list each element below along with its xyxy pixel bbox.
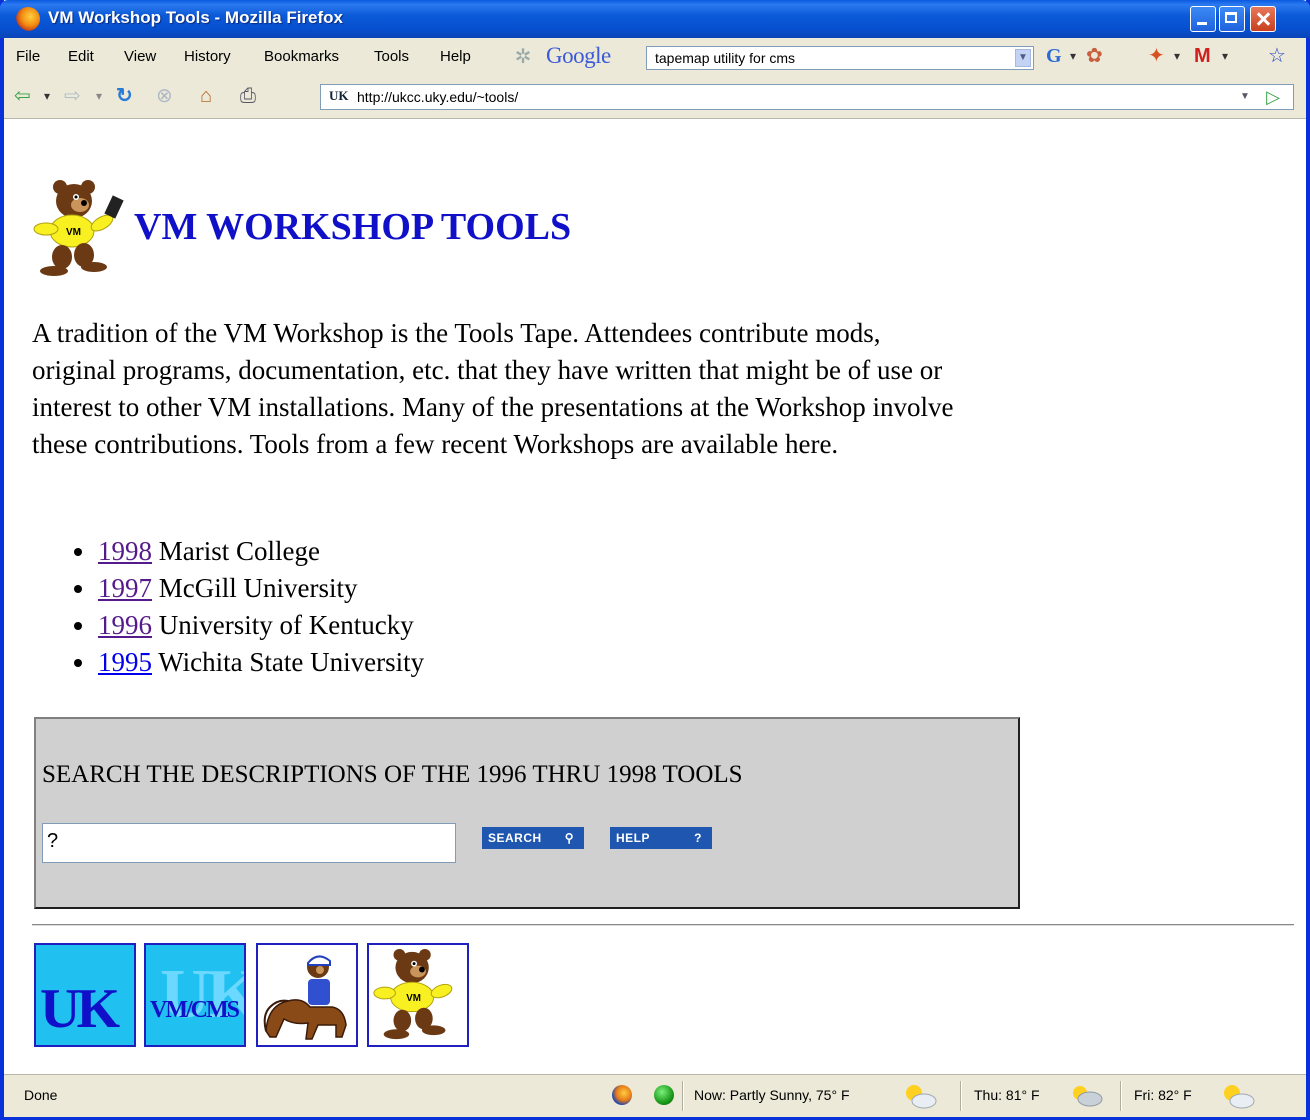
firefox-status-icon[interactable] bbox=[612, 1085, 632, 1105]
uk-logo-link[interactable]: UK bbox=[34, 943, 136, 1047]
back-icon[interactable]: ⇦ bbox=[14, 84, 31, 108]
forward-icon[interactable]: ⇨ bbox=[64, 84, 81, 108]
green-status-icon[interactable] bbox=[654, 1085, 674, 1105]
url-text[interactable]: http://ukcc.uky.edu/~tools/ bbox=[357, 89, 518, 105]
menu-tools[interactable]: Tools bbox=[374, 48, 409, 65]
chevron-down-icon[interactable]: ▼ bbox=[1235, 87, 1255, 107]
year-link-1995[interactable]: 1995 bbox=[98, 647, 152, 677]
bear-mascot-icon: VM bbox=[33, 180, 124, 276]
list-item: 1996 University of Kentucky bbox=[64, 607, 424, 644]
partly-sunny-icon bbox=[1224, 1085, 1255, 1109]
horse-jockey-link[interactable] bbox=[256, 943, 358, 1047]
uk-logo-text: UK bbox=[40, 978, 120, 1040]
location-label: Wichita State University bbox=[158, 647, 425, 677]
stop-icon[interactable]: ⊗ bbox=[156, 84, 173, 108]
location-label: University of Kentucky bbox=[158, 610, 414, 640]
weather-now[interactable]: Now: Partly Sunny, 75° F bbox=[694, 1087, 850, 1103]
chevron-down-icon[interactable]: ▾ bbox=[44, 84, 50, 108]
menu-view[interactable]: View bbox=[124, 48, 156, 65]
weather-fri[interactable]: Fri: 82° F bbox=[1134, 1087, 1192, 1103]
close-button[interactable] bbox=[1250, 6, 1276, 32]
browser-window: VM Workshop Tools - Mozilla Firefox File… bbox=[0, 0, 1310, 1120]
vm-cms-logo-link[interactable]: UK VM/CMS bbox=[144, 943, 246, 1047]
go-arrow-icon[interactable]: ▷ bbox=[1261, 86, 1285, 108]
search-heading: SEARCH THE DESCRIPTIONS OF THE 1996 THRU… bbox=[42, 761, 743, 788]
menu-bookmarks[interactable]: Bookmarks bbox=[264, 48, 339, 65]
window-title: VM Workshop Tools - Mozilla Firefox bbox=[48, 8, 343, 27]
year-link-1996[interactable]: 1996 bbox=[98, 610, 152, 640]
navigation-toolbar: ⇦ ▾ ⇨ ▾ ↻ ⊗ ⌂ ⎙ UK http://ukcc.uky.edu/~… bbox=[4, 76, 1306, 119]
help-button[interactable]: HELP ? bbox=[610, 827, 712, 849]
chevron-down-icon[interactable]: ▾ bbox=[1174, 44, 1180, 68]
chevron-down-icon[interactable]: ▾ bbox=[96, 84, 102, 108]
list-item: 1998 Marist College bbox=[64, 533, 424, 570]
page-content: VM VM WORKSHOP TOOLS A tradition of the … bbox=[4, 119, 1306, 1074]
menu-help[interactable]: Help bbox=[440, 48, 471, 65]
svg-text:VM: VM bbox=[406, 993, 421, 1004]
site-favicon: UK bbox=[329, 88, 349, 103]
gmail-icon[interactable]: M bbox=[1194, 44, 1211, 68]
divider bbox=[32, 924, 1294, 926]
status-text: Done bbox=[24, 1087, 58, 1103]
status-bar: Done Now: Partly Sunny, 75° F Thu: 81° F… bbox=[4, 1074, 1306, 1117]
menu-file[interactable]: File bbox=[16, 48, 40, 65]
google-g-icon[interactable]: G bbox=[1046, 44, 1062, 68]
year-link-1998[interactable]: 1998 bbox=[98, 536, 152, 566]
google-toolbar-logo[interactable]: Google bbox=[546, 43, 611, 69]
popup-blocker-icon[interactable]: ✿ bbox=[1086, 44, 1103, 68]
bear-mascot-icon: VM bbox=[373, 948, 453, 1040]
divider bbox=[1120, 1081, 1122, 1111]
home-icon[interactable]: ⌂ bbox=[200, 84, 212, 108]
partly-sunny-icon bbox=[906, 1085, 937, 1109]
intro-paragraph: A tradition of the VM Workshop is the To… bbox=[32, 318, 954, 459]
search-button[interactable]: SEARCH ⚲ bbox=[482, 827, 584, 849]
list-item: 1997 McGill University bbox=[64, 570, 424, 607]
location-label: McGill University bbox=[158, 573, 358, 603]
print-icon[interactable]: ⎙ bbox=[240, 84, 256, 108]
menu-bar: File Edit View History Bookmarks Tools H… bbox=[4, 38, 1306, 77]
star-icon[interactable]: ☆ bbox=[1268, 44, 1286, 68]
weather-thu[interactable]: Thu: 81° F bbox=[974, 1087, 1040, 1103]
bear-mascot-link[interactable]: VM bbox=[367, 943, 469, 1047]
partly-cloudy-icon bbox=[1073, 1086, 1103, 1107]
chevron-down-icon[interactable]: ▼ bbox=[1015, 49, 1031, 67]
firefox-icon bbox=[16, 7, 40, 31]
chevron-down-icon[interactable]: ▾ bbox=[1070, 44, 1076, 68]
search-input[interactable]: ? bbox=[42, 823, 456, 863]
menu-edit[interactable]: Edit bbox=[68, 48, 94, 65]
list-item: 1995 Wichita State University bbox=[64, 644, 424, 681]
help-glyph: ? bbox=[694, 831, 702, 845]
location-label: Marist College bbox=[158, 536, 320, 566]
title-bar: VM Workshop Tools - Mozilla Firefox bbox=[0, 0, 1310, 38]
reload-icon[interactable]: ↻ bbox=[116, 84, 133, 108]
page-title: VM WORKSHOP TOOLS bbox=[134, 206, 572, 248]
vm-cms-logo-text: VM/CMS bbox=[150, 997, 240, 1023]
workshop-list: 1998 Marist College 1997 McGill Universi… bbox=[64, 533, 424, 681]
divider bbox=[960, 1081, 962, 1111]
year-link-1997[interactable]: 1997 bbox=[98, 573, 152, 603]
horse-jockey-icon bbox=[263, 955, 347, 1040]
search-icon: ⚲ bbox=[564, 831, 574, 845]
url-bar[interactable]: UK http://ukcc.uky.edu/~tools/ ▼ ▷ bbox=[320, 84, 1294, 110]
google-spinner-icon: ✲ bbox=[514, 46, 532, 68]
google-search-input[interactable]: tapemap utility for cms ▼ bbox=[646, 46, 1034, 70]
chevron-down-icon[interactable]: ▾ bbox=[1222, 44, 1228, 68]
menu-history[interactable]: History bbox=[184, 48, 231, 65]
maximize-button[interactable] bbox=[1219, 6, 1245, 32]
search-panel: SEARCH THE DESCRIPTIONS OF THE 1996 THRU… bbox=[34, 717, 1020, 909]
divider bbox=[682, 1081, 684, 1111]
minimize-button[interactable] bbox=[1190, 6, 1216, 32]
puzzle-icon[interactable]: ✦ bbox=[1148, 44, 1165, 68]
svg-text:VM: VM bbox=[66, 227, 81, 238]
